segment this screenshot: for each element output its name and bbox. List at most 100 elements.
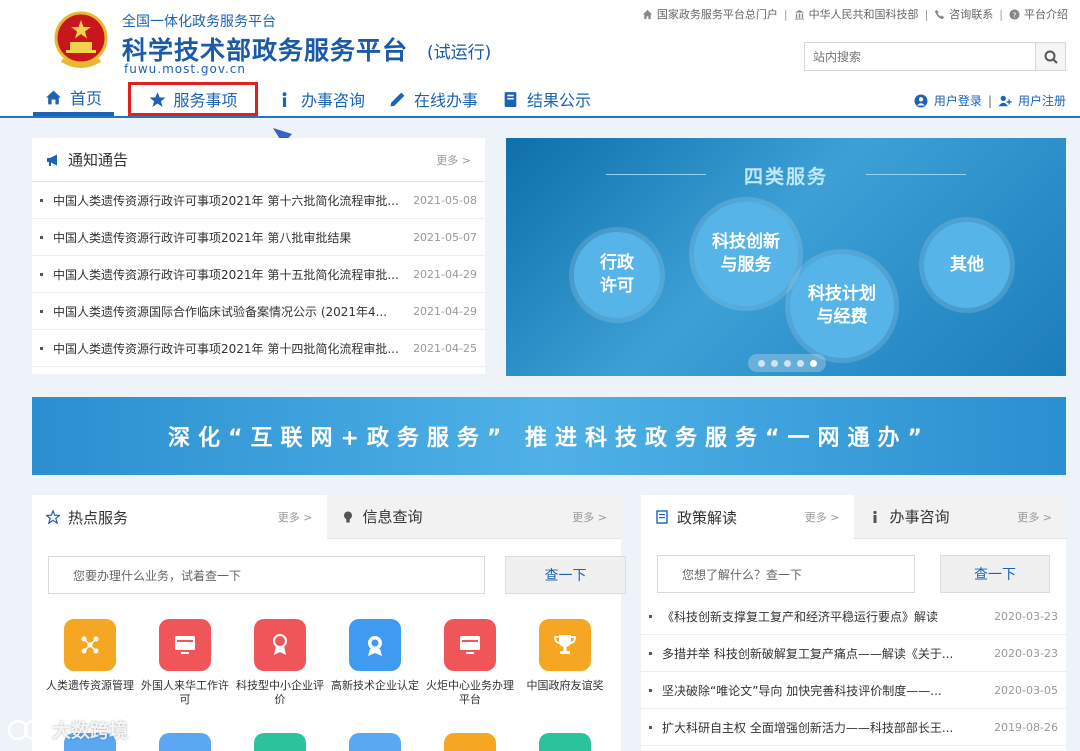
- service-banner[interactable]: 四类服务 行政 许可 科技创新 与服务 科技计划 与经费 其他: [506, 138, 1066, 376]
- nav-results[interactable]: 结果公示: [490, 82, 603, 116]
- slogan-banner: 深化“互联网+政务服务” 推进科技政务服务“一网通办”: [32, 397, 1066, 475]
- carousel-dot[interactable]: [796, 359, 804, 367]
- service-icon-partial[interactable]: [444, 733, 496, 751]
- notice-panel: 通知通告 更多 > 中国人类遗传资源行政许可事项2021年 第十六批简化流程审批…: [32, 138, 485, 374]
- site-header: 全国一体化政务服务平台 科学技术部政务服务平台 (试运行) fuwu.most.…: [0, 0, 1080, 118]
- pencil-icon: [390, 92, 405, 106]
- certificate-icon: [254, 619, 306, 671]
- more-link[interactable]: 更多 >: [805, 509, 840, 525]
- svg-text:?: ?: [1013, 10, 1017, 19]
- question-icon: ?: [1009, 8, 1020, 20]
- policy-item-title: 坚决破除“唯论文”导向 加快完善科技评价制度——...: [649, 682, 942, 699]
- nav-online[interactable]: 在线办事: [377, 82, 490, 116]
- notice-item[interactable]: 中国人类遗传资源行政许可事项2021年 第十四批简化流程审批... 2021-04…: [32, 330, 485, 367]
- policy-list: 《科技创新支撑复工复产和经济平稳运行要点》解读 2020-03-23 多措并举 科…: [641, 598, 1066, 746]
- nav-home[interactable]: 首页: [33, 82, 115, 116]
- separator: |: [783, 7, 788, 21]
- banner-circle-other[interactable]: 其他: [924, 222, 1010, 308]
- notice-item[interactable]: 中国人类遗传资源行政许可事项2021年 第八批审批结果 2021-05-07: [32, 219, 485, 256]
- service-icon-partial[interactable]: [159, 733, 211, 751]
- service-item[interactable]: 外国人来华工作许可: [139, 619, 231, 708]
- info-icon: [282, 91, 287, 107]
- site-subtitle: 全国一体化政务服务平台: [122, 14, 276, 30]
- carousel-dot[interactable]: [757, 359, 765, 367]
- site-domain: fuwu.most.gov.cn: [124, 62, 247, 76]
- toplink-contact[interactable]: 咨询联系: [934, 6, 993, 22]
- tab-hot-services[interactable]: 热点服务 更多 >: [32, 495, 327, 539]
- search-button[interactable]: [1035, 43, 1065, 70]
- toplink-most[interactable]: 中华人民共和国科技部: [794, 6, 919, 22]
- more-link[interactable]: 更多 >: [1017, 509, 1052, 525]
- more-link[interactable]: 更多 >: [572, 509, 607, 525]
- service-item[interactable]: 火炬中心业务办理平台: [424, 619, 516, 708]
- tab-info-query[interactable]: 信息查询 更多 >: [326, 495, 621, 539]
- site-search: [804, 42, 1066, 71]
- banner-circle-plan-funding[interactable]: 科技计划 与经费: [790, 254, 894, 358]
- monitor-icon: [444, 619, 496, 671]
- carousel-dot[interactable]: [770, 359, 778, 367]
- tab-consultation[interactable]: 办事咨询 更多 >: [853, 495, 1066, 539]
- service-label: 中国政府友谊奖: [526, 679, 604, 692]
- policy-item-date: 2020-03-23: [994, 646, 1058, 660]
- notice-item-date: 2021-05-08: [413, 193, 477, 207]
- toplink-intro[interactable]: ? 平台介绍: [1009, 6, 1068, 22]
- notice-more-link[interactable]: 更多 >: [436, 152, 471, 168]
- nav-label: 结果公示: [527, 91, 592, 110]
- home-icon: [642, 9, 652, 19]
- notice-item[interactable]: 中国人类遗传资源国际合作临床试验备案情况公示 (2021年4... 2021-04…: [32, 293, 485, 330]
- carousel-dots: [748, 354, 826, 372]
- policy-item-date: 2020-03-05: [994, 683, 1058, 697]
- info-icon: [872, 510, 877, 523]
- service-label: 火炬中心业务办理平台: [426, 679, 514, 707]
- toplink-gov-portal[interactable]: 国家政务服务平台总门户: [642, 6, 778, 22]
- service-item[interactable]: 科技型中小企业评价: [234, 619, 326, 708]
- service-item[interactable]: 高新技术企业认定: [329, 619, 421, 693]
- policy-item[interactable]: 《科技创新支撑复工复产和经济平稳运行要点》解读 2020-03-23: [641, 598, 1066, 635]
- policy-tabs: 政策解读 更多 > 办事咨询 更多 >: [641, 495, 1066, 539]
- carousel-dot-active[interactable]: [809, 359, 817, 367]
- nav-consult[interactable]: 办事咨询: [264, 82, 377, 116]
- policy-search-button[interactable]: 查一下: [940, 555, 1050, 593]
- policy-search-bar: 您想了解什么？查一下 查一下: [657, 555, 1050, 593]
- separator: |: [987, 93, 992, 108]
- register-link[interactable]: 用户注册: [1018, 92, 1066, 109]
- separator: |: [999, 7, 1003, 21]
- national-emblem-logo: [54, 11, 108, 68]
- toplink-label: 咨询联系: [949, 8, 994, 21]
- login-link[interactable]: 用户登录: [934, 92, 982, 109]
- monitor-icon: [159, 619, 211, 671]
- notice-item[interactable]: 中国人类遗传资源行政许可事项2021年 第十五批简化流程审批... 2021-04…: [32, 256, 485, 293]
- book-icon: [504, 91, 517, 107]
- toplink-label: 中华人民共和国科技部: [808, 8, 919, 21]
- tab-label: 办事咨询: [889, 508, 950, 526]
- policy-item[interactable]: 扩大科研自主权 全面增强创新活力——科技部部长王... 2019-08-26: [641, 709, 1066, 746]
- banner-circle-innovation[interactable]: 科技创新 与服务: [694, 202, 798, 306]
- notice-title: 通知通告: [68, 151, 129, 169]
- policy-search-input[interactable]: 您想了解什么？查一下: [657, 555, 915, 593]
- tab-policy-interpretation[interactable]: 政策解读 更多 >: [641, 495, 854, 539]
- banner-circle-admin-license[interactable]: 行政 许可: [574, 232, 660, 318]
- hot-search-input[interactable]: 您要办理什么业务，试着查一下: [48, 556, 485, 594]
- search-input[interactable]: [805, 43, 1035, 70]
- trophy-icon: [539, 619, 591, 671]
- policy-item[interactable]: 坚决破除“唯论文”导向 加快完善科技评价制度——... 2020-03-05: [641, 672, 1066, 709]
- service-icon-partial[interactable]: [254, 733, 306, 751]
- carousel-dot[interactable]: [783, 359, 791, 367]
- notice-item-date: 2021-05-07: [413, 230, 477, 244]
- policy-item[interactable]: 多措并举 科技创新破解复工复产痛点——解读《关于... 2020-03-23: [641, 635, 1066, 672]
- nav-label: 在线办事: [414, 91, 479, 110]
- service-item[interactable]: 人类遗传资源管理: [44, 619, 136, 693]
- service-icon-partial[interactable]: [539, 733, 591, 751]
- notice-item[interactable]: 中国人类遗传资源行政许可事项2021年 第十六批简化流程审批... 2021-05…: [32, 182, 485, 219]
- more-link[interactable]: 更多 >: [278, 509, 313, 525]
- hot-tabs: 热点服务 更多 > 信息查询 更多 >: [32, 495, 621, 539]
- service-icon-partial[interactable]: [349, 733, 401, 751]
- hot-search-button[interactable]: 查一下: [505, 556, 626, 594]
- nav-services[interactable]: 服务事项: [128, 82, 259, 116]
- service-item[interactable]: 中国政府友谊奖: [519, 619, 611, 693]
- toplink-label: 平台介绍: [1024, 8, 1068, 21]
- tab-label: 热点服务: [68, 508, 129, 527]
- star-outline-icon: [46, 510, 60, 524]
- service-label: 科技型中小企业评价: [236, 679, 324, 707]
- notice-item-title: 中国人类遗传资源国际合作临床试验备案情况公示 (2021年4...: [40, 303, 387, 320]
